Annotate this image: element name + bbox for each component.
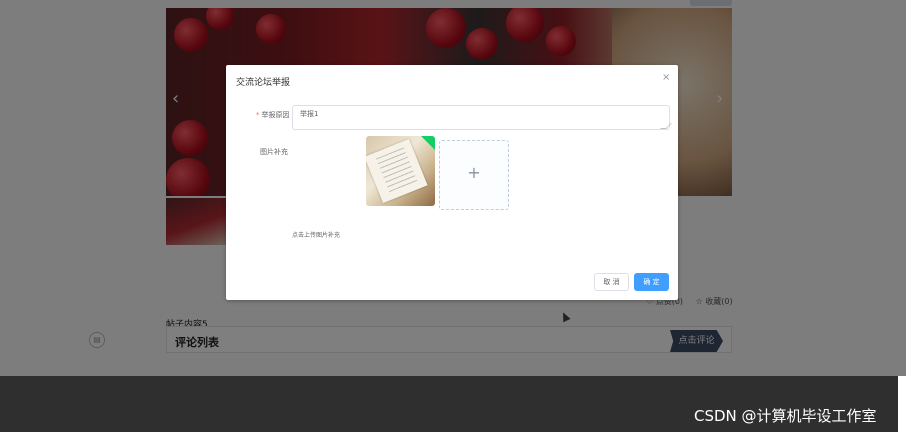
required-mark: * xyxy=(256,111,260,119)
reason-label: * 举报原因 xyxy=(256,110,290,120)
footer-edge xyxy=(898,376,906,432)
upload-tip: 点击上传图片补充 xyxy=(292,232,341,239)
upload-button[interactable]: + xyxy=(439,140,509,210)
upload-success-badge xyxy=(421,136,435,150)
text-lines xyxy=(375,147,418,194)
close-icon[interactable]: × xyxy=(662,72,670,83)
watermark: CSDN @计算机毕设工作室 xyxy=(694,407,877,425)
reason-input[interactable]: 举报1 xyxy=(292,105,670,130)
image-label: 图片补充 xyxy=(260,148,288,156)
dialog-title: 交流论坛举报 xyxy=(236,78,291,88)
confirm-button[interactable]: 确 定 xyxy=(634,273,669,291)
notebook-image xyxy=(366,138,428,204)
report-dialog: 交流论坛举报 × * 举报原因 举报1 图片补充 + 点击上传图片补充 取 消 确… xyxy=(226,65,678,300)
reason-label-text: 举报原因 xyxy=(261,111,290,119)
uploaded-image[interactable] xyxy=(366,136,435,206)
cancel-button[interactable]: 取 消 xyxy=(594,273,629,291)
plus-icon: + xyxy=(467,163,481,182)
